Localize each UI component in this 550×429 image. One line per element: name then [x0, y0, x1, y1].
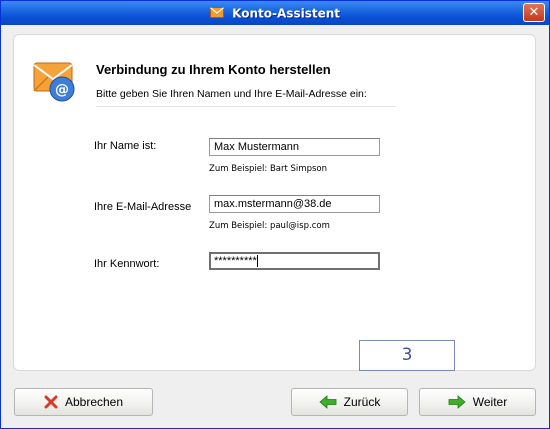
page-subtitle: Bitte geben Sie Ihren Namen und Ihre E-M… — [96, 88, 367, 100]
email-hint: Zum Beispiel: paul@isp.com — [209, 221, 330, 231]
envelope-icon — [209, 6, 224, 21]
wizard-panel: @ Verbindung zu Ihrem Konto herstellen B… — [13, 34, 536, 371]
close-button[interactable]: ✕ — [523, 3, 545, 22]
divider — [96, 106, 396, 107]
email-label: Ihre E-Mail-Adresse — [94, 201, 192, 213]
name-label: Ihr Name ist: — [94, 140, 157, 152]
email-field[interactable]: max.mstermann@38.de — [209, 195, 380, 213]
password-field[interactable]: ********** — [209, 252, 380, 270]
back-button[interactable]: Zurück — [291, 388, 408, 416]
text-caret — [256, 255, 258, 268]
wizard-window: Konto-Assistent ✕ @ Verbindung zu Ihrem … — [0, 0, 550, 429]
cancel-button[interactable]: Abbrechen — [14, 388, 153, 416]
green-arrow-right-icon — [448, 395, 466, 409]
name-hint: Zum Beispiel: Bart Simpson — [209, 164, 327, 174]
next-button[interactable]: Weiter — [419, 388, 536, 416]
close-icon: ✕ — [528, 5, 540, 20]
password-label: Ihr Kennwort: — [94, 258, 160, 270]
password-value: ********** — [214, 255, 257, 267]
page-title: Verbindung zu Ihrem Konto herstellen — [96, 62, 331, 77]
step-indicator: 3 — [359, 340, 455, 371]
back-label: Zurück — [343, 395, 381, 409]
name-field[interactable]: Max Mustermann — [209, 138, 380, 156]
envelope-at-icon: @ — [32, 57, 78, 106]
cancel-label: Abbrechen — [64, 395, 124, 409]
red-x-icon — [44, 395, 58, 409]
green-arrow-left-icon — [319, 395, 337, 409]
window-title: Konto-Assistent — [232, 6, 340, 21]
title-bar[interactable]: Konto-Assistent ✕ — [1, 1, 549, 25]
title-wrap: Konto-Assistent — [1, 6, 549, 21]
next-label: Weiter — [472, 395, 508, 409]
svg-text:@: @ — [55, 82, 69, 98]
